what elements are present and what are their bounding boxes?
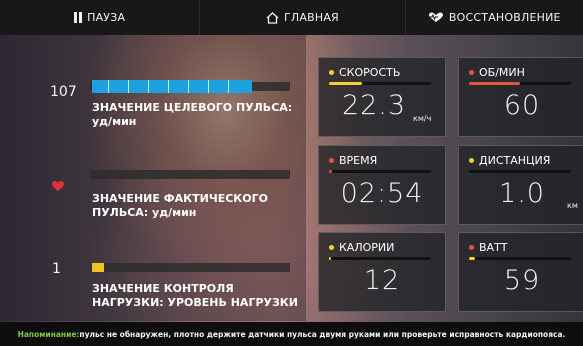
rpm-label: ОБ/МИН	[479, 66, 525, 79]
target-hr-title: ЗНАЧЕНИЕ ЦЕЛЕВОГО ПУЛЬСА: уд/мин	[92, 101, 293, 128]
distance-panel: ДИСТАНЦИЯ 1.0 км	[458, 145, 583, 225]
reminder-highlight: Напоминание:	[17, 329, 80, 339]
speed-panel: СКОРОСТЬ 22.3 км/ч	[318, 57, 446, 137]
distance-label: ДИСТАНЦИЯ	[479, 154, 551, 167]
load-bar	[92, 263, 104, 272]
target-hr-value: 107	[50, 84, 77, 100]
hr-bar-tick	[188, 80, 189, 93]
pause-label: ПАУЗА	[87, 11, 126, 24]
calories-fill	[329, 257, 331, 260]
home-icon	[266, 11, 279, 24]
rpm-dot-icon	[469, 70, 474, 75]
hr-bar-tick	[108, 80, 109, 93]
time-dot-icon	[329, 158, 334, 163]
time-panel: ВРЕМЯ 02:54	[318, 145, 446, 225]
speed-dot-icon	[329, 70, 334, 75]
recovery-label: ВОССТАНОВЛЕНИЕ	[448, 11, 561, 24]
calories-label: КАЛОРИИ	[339, 241, 395, 254]
time-track	[329, 170, 431, 173]
heart-icon	[52, 176, 64, 195]
calories-dot-icon	[329, 245, 334, 250]
time-fill	[329, 170, 332, 173]
hr-bar-tick	[148, 80, 149, 93]
calories-panel: КАЛОРИИ 12	[318, 232, 446, 312]
rpm-track	[469, 82, 571, 85]
hr-bar-tick	[128, 80, 129, 93]
home-label: ГЛАВНАЯ	[284, 11, 339, 24]
hr-bar-tick	[208, 80, 209, 93]
distance-unit: км	[567, 201, 578, 210]
hr-bar-tick	[168, 80, 169, 93]
actual-hr-track	[90, 170, 290, 179]
hr-bar-tick	[228, 80, 229, 93]
pause-button[interactable]: ПАУЗА	[0, 0, 199, 35]
reminder-bar: Напоминание: пульс не обнаружен, плотно д…	[0, 322, 583, 346]
rpm-panel: ОБ/МИН 60	[458, 57, 583, 137]
pause-icon	[74, 12, 83, 23]
rpm-fill	[469, 82, 520, 85]
watt-fill	[469, 257, 475, 260]
rpm-value: 60	[503, 90, 541, 121]
speed-fill	[329, 82, 362, 85]
speed-label: СКОРОСТЬ	[339, 66, 401, 79]
speed-unit: км/ч	[413, 114, 432, 123]
distance-track	[469, 170, 571, 173]
top-nav-bar: ПАУЗА ГЛАВНАЯ ВОССТАНОВЛЕНИЕ	[0, 0, 583, 35]
distance-value: 1.0	[499, 178, 545, 209]
time-value: 02:54	[340, 178, 424, 209]
distance-dot-icon	[469, 158, 474, 163]
watt-dot-icon	[469, 245, 474, 250]
actual-hr-title: ЗНАЧЕНИЕ ФАКТИЧЕСКОГО ПУЛЬСА: уд/мин	[92, 192, 268, 219]
calories-value: 12	[363, 265, 401, 296]
load-title: ЗНАЧЕНИЕ КОНТРОЛЯ НАГРУЗКИ: УРОВЕНЬ НАГР…	[92, 282, 299, 309]
load-track	[90, 263, 290, 272]
recovery-button[interactable]: ВОССТАНОВЛЕНИЕ	[406, 0, 583, 35]
workout-screen: ПАУЗА ГЛАВНАЯ ВОССТАНОВЛЕНИЕ 107 ЗНАЧЕНИ…	[0, 0, 583, 346]
watt-track	[469, 257, 571, 260]
heart-rate-icon	[427, 12, 444, 23]
watt-value: 59	[503, 265, 541, 296]
time-label: ВРЕМЯ	[339, 154, 378, 167]
watt-panel: ВАТТ 59	[458, 232, 583, 312]
watt-label: ВАТТ	[479, 241, 508, 254]
reminder-text: пульс не обнаружен, плотно держите датчи…	[79, 329, 566, 339]
calories-track	[329, 257, 431, 260]
load-level-value: 1	[52, 261, 61, 277]
home-button[interactable]: ГЛАВНАЯ	[199, 0, 406, 35]
speed-track	[329, 82, 431, 85]
